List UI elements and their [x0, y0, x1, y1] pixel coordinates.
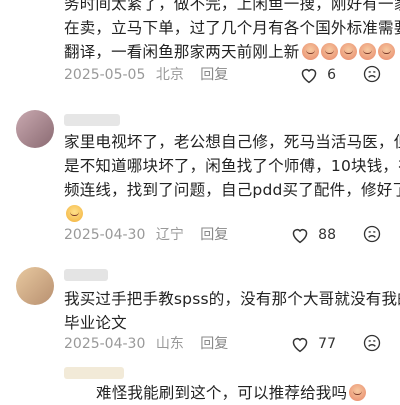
like-count: 6 [327, 67, 336, 83]
comment-line [64, 202, 378, 226]
peach-emoji-icon [358, 43, 376, 60]
comment-line: 毕业论文 [64, 314, 127, 332]
avatar[interactable] [16, 110, 54, 148]
peach-emoji-icon [349, 384, 367, 401]
dislike-icon [363, 65, 381, 83]
laughing-emoji-icon [66, 205, 83, 222]
peach-emoji-icon [339, 43, 357, 60]
peach-emoji-icon [320, 43, 338, 60]
dislike-icon [363, 334, 381, 352]
comment-meta: 2025-04-30 辽宁 回复 88 [64, 224, 384, 246]
reply-button[interactable]: 回复 [200, 336, 228, 352]
like-button[interactable]: 6 [299, 64, 336, 86]
comment-line: 难怪我能刷到这个，可以推荐给我吗 [96, 381, 378, 405]
comment-text: 我买过手把手教spss的，没有那个大哥就没有我的 毕业论文 [64, 287, 400, 335]
comment-location: 北京 [155, 67, 184, 83]
comment-item: 难怪我能刷到这个，可以推荐给我吗 [0, 365, 400, 402]
comment-item: 家里电视坏了，老公想自己修，死马当活马医，但 是不知道哪块坏了，闲鱼找了个师傅，… [0, 90, 400, 255]
avatar[interactable] [16, 267, 54, 305]
comment-item: 务时间太紧了，做不完，上闲鱼一搜，刚好有一家 在卖，立马下单，过了几个月有各个国… [0, 0, 400, 90]
comment-date: 2025-04-30 [64, 336, 146, 352]
comment-line: 翻译，一看闲鱼那家两天前刚上新 [64, 40, 395, 64]
comment-text: 家里电视坏了，老公想自己修，死马当活马医，但 是不知道哪块坏了，闲鱼找了个师傅，… [64, 130, 400, 226]
like-count: 88 [318, 227, 336, 243]
username-redacted [64, 269, 108, 281]
like-button[interactable]: 77 [290, 333, 336, 355]
heart-outline-icon [292, 228, 308, 244]
peach-emoji-icon [301, 43, 319, 60]
comment-meta: 2025-04-30 山东 回复 77 [64, 333, 384, 355]
comment-line: 是不知道哪块坏了，闲鱼找了个师傅，10块钱，视 [64, 157, 400, 175]
username-redacted [64, 367, 124, 379]
comment-line: 务时间太紧了，做不完，上闲鱼一搜，刚好有一家 [64, 0, 400, 13]
comment-line: 在卖，立马下单，过了几个月有各个国外标准需要 [64, 19, 400, 37]
comment-date: 2025-05-05 [64, 67, 146, 83]
reply-button[interactable]: 回复 [200, 227, 228, 243]
comment-item: 我买过手把手教spss的，没有那个大哥就没有我的 毕业论文 2025-04-30… [0, 255, 400, 365]
dislike-button[interactable] [362, 333, 382, 360]
like-count: 77 [318, 336, 336, 352]
dislike-icon [363, 225, 381, 243]
username-redacted [64, 114, 120, 126]
dislike-button[interactable] [362, 64, 382, 91]
comment-text: 难怪我能刷到这个，可以推荐给我吗 [96, 381, 378, 405]
comment-line: 我买过手把手教spss的，没有那个大哥就没有我的 [64, 290, 400, 308]
comment-location: 山东 [155, 336, 184, 352]
comment-text: 务时间太紧了，做不完，上闲鱼一搜，刚好有一家 在卖，立马下单，过了几个月有各个国… [64, 0, 400, 64]
comment-line: 家里电视坏了，老公想自己修，死马当活马医，但 [64, 133, 400, 151]
peach-emoji-icon [377, 43, 395, 60]
heart-outline-icon [292, 337, 308, 353]
comment-location: 辽宁 [155, 227, 184, 243]
like-button[interactable]: 88 [290, 224, 336, 246]
reply-button[interactable]: 回复 [200, 67, 228, 83]
dislike-button[interactable] [362, 224, 382, 251]
comment-line: 频连线，找到了问题，自己pdd买了配件，修好了 [64, 181, 400, 199]
comment-meta: 2025-05-05 北京 回复 6 [64, 64, 384, 86]
heart-outline-icon [301, 68, 317, 84]
comment-date: 2025-04-30 [64, 227, 146, 243]
